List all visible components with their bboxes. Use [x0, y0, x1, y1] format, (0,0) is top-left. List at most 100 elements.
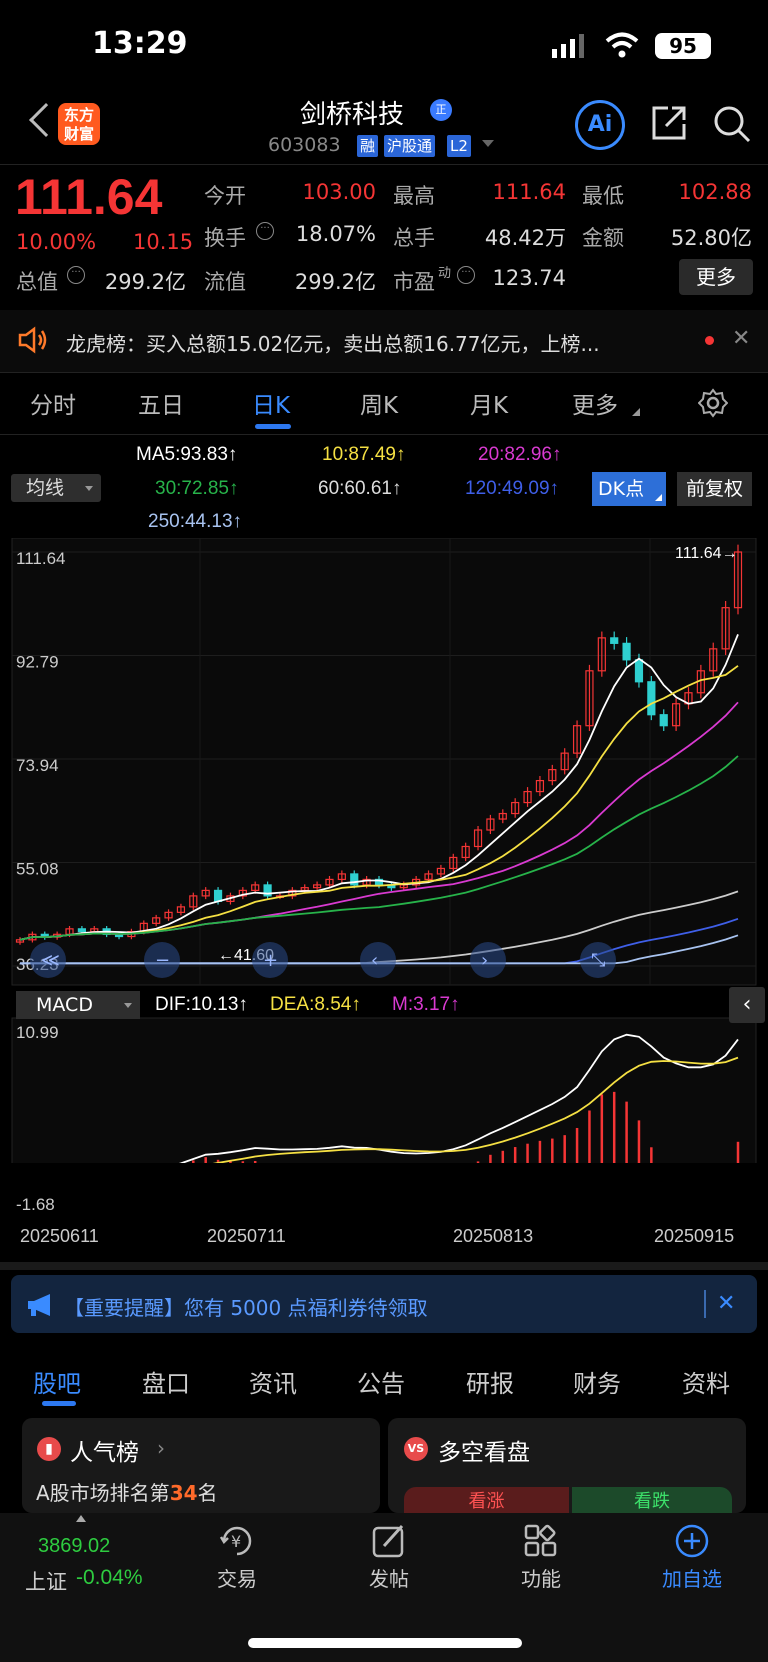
candle-body	[622, 642, 631, 661]
status-bar: 13:29 95	[0, 0, 768, 90]
app-logo: 东方财富	[58, 103, 100, 145]
info-icon[interactable]: ···	[457, 266, 475, 284]
turnover-label: 换手	[204, 226, 246, 250]
tab-more[interactable]: 更多	[572, 386, 618, 420]
date-label: 20250915	[654, 1226, 735, 1246]
tab-finance[interactable]: 财务	[573, 1364, 621, 1399]
candle-body	[213, 889, 223, 902]
macd-dif: DIF:10.13↑	[155, 994, 248, 1015]
adjust-button[interactable]: 前复权	[677, 472, 752, 506]
float-label: 流值	[204, 270, 246, 294]
nav-add-favorite[interactable]: 加自选	[652, 1563, 732, 1592]
mcap-value: 299.2亿	[104, 270, 186, 294]
expand-icon[interactable]	[76, 1515, 86, 1522]
share-icon[interactable]	[650, 104, 688, 142]
function-icon[interactable]	[523, 1523, 559, 1559]
tab-news[interactable]: 资讯	[249, 1364, 297, 1399]
zoom-in-icon-glyph: +	[263, 950, 278, 971]
amount-label: 金额	[582, 226, 624, 250]
tab-announce[interactable]: 公告	[357, 1364, 405, 1399]
date-label: 20250813	[453, 1226, 534, 1246]
volume-label: 总手	[393, 226, 435, 250]
index-value[interactable]: 3869.02	[38, 1535, 110, 1558]
ma120: 120:49.09↑	[465, 478, 560, 499]
ma250: 250:44.13↑	[148, 511, 243, 532]
unread-dot	[705, 336, 714, 345]
info-icon[interactable]: ···	[256, 222, 274, 240]
info-icon[interactable]: ···	[67, 266, 85, 284]
macd-dea: DEA:8.54↑	[270, 994, 361, 1015]
notice-text[interactable]: 【重要提醒】您有 5000 点福利券待领取	[64, 1292, 428, 1321]
post-icon[interactable]	[371, 1523, 407, 1559]
megaphone-icon	[28, 1294, 50, 1316]
nav-function[interactable]: 功能	[501, 1563, 581, 1592]
kline-chart[interactable]: 111.6492.7973.9455.0836.23111.64→←41.60≪…	[0, 538, 768, 1163]
ma20: 20:82.96↑	[478, 444, 562, 465]
tag-l2: L2	[447, 135, 471, 157]
bear-button[interactable]: 看跌	[572, 1487, 732, 1513]
hot-sub-post: 名	[197, 1481, 218, 1505]
mcap-label: 总值	[16, 270, 58, 294]
tab-research[interactable]: 研报	[466, 1364, 514, 1399]
more-button[interactable]: 更多	[679, 259, 753, 295]
dragon-tiger-text[interactable]: 龙虎榜：买入总额15.02亿元，卖出总额16.77亿元，上榜...	[66, 328, 686, 357]
pan-left-icon-glyph: ‹	[371, 950, 378, 971]
high-label: 最高	[393, 184, 435, 208]
candle-body	[634, 659, 644, 683]
ma10: 10:87.49↑	[322, 444, 406, 465]
amount-value: 52.80亿	[670, 226, 752, 250]
nav-trade[interactable]: 交易	[197, 1563, 277, 1592]
macd-selector[interactable]: MACD	[16, 991, 140, 1019]
tag-hk-connect: 沪股通	[384, 135, 436, 157]
clock: 13:29	[92, 26, 188, 61]
speaker-icon	[18, 326, 47, 354]
tab-monthly-k[interactable]: 月K	[470, 386, 508, 420]
y-axis-label: 92.79	[16, 652, 59, 671]
open-value: 103.00	[302, 180, 376, 204]
tab-indicator	[42, 1401, 76, 1406]
ma30: 30:72.85↑	[155, 478, 239, 499]
tab-pankou[interactable]: 盘口	[142, 1364, 190, 1399]
add-favorite-icon[interactable]	[674, 1523, 710, 1559]
y-axis-label: 55.08	[16, 860, 59, 879]
index-change[interactable]: -0.04%	[76, 1566, 143, 1590]
stock-code: 603083	[268, 134, 341, 156]
index-name[interactable]: 上证	[25, 1566, 67, 1596]
pe-sup: 动	[438, 266, 452, 281]
candle-body	[610, 637, 619, 644]
dropdown-icon[interactable]	[482, 140, 494, 147]
low-label: 最低	[582, 184, 624, 208]
trade-icon[interactable]: ¥	[219, 1523, 255, 1559]
tab-indicator	[255, 424, 291, 429]
tab-weekly-k[interactable]: 周K	[360, 386, 398, 420]
search-icon[interactable]	[712, 104, 752, 144]
ls-title: 多空看盘	[438, 1440, 530, 1466]
pe-value: 123.74	[492, 266, 566, 290]
tab-profile[interactable]: 资料	[682, 1364, 730, 1399]
collapse-icon[interactable]: ‹	[729, 987, 765, 1023]
zoom-out-icon-glyph: −	[155, 950, 170, 971]
close-icon[interactable]: ✕	[717, 1291, 735, 1316]
hot-sub-pre: A股市场排名第	[36, 1481, 170, 1505]
pan-right-icon-glyph: ›	[481, 950, 488, 971]
bull-button[interactable]: 看涨	[404, 1487, 569, 1513]
tab-intraday[interactable]: 分时	[30, 386, 76, 420]
settings-icon[interactable]	[698, 388, 728, 418]
hot-title: 人气榜	[70, 1440, 139, 1466]
tab-five-day[interactable]: 五日	[138, 386, 184, 420]
tag-margin: 融	[357, 135, 379, 157]
chevron-right-icon: ›	[157, 1436, 165, 1460]
nav-post[interactable]: 发帖	[349, 1563, 429, 1592]
svg-text:¥: ¥	[231, 1532, 241, 1551]
ma-selector[interactable]: 均线	[11, 474, 101, 502]
home-indicator	[248, 1638, 522, 1648]
open-label: 今开	[204, 184, 246, 208]
close-icon[interactable]: ✕	[732, 326, 750, 351]
dk-point-button[interactable]: DK点	[592, 472, 666, 506]
change-percent: 10.00%	[16, 230, 97, 254]
dk-label: DK点	[598, 478, 645, 500]
macd-bottom: -1.68	[16, 1195, 55, 1214]
tab-daily-k[interactable]: 日K	[252, 386, 290, 420]
ai-button[interactable]: Ai	[575, 100, 625, 150]
tab-guba[interactable]: 股吧	[33, 1364, 81, 1399]
